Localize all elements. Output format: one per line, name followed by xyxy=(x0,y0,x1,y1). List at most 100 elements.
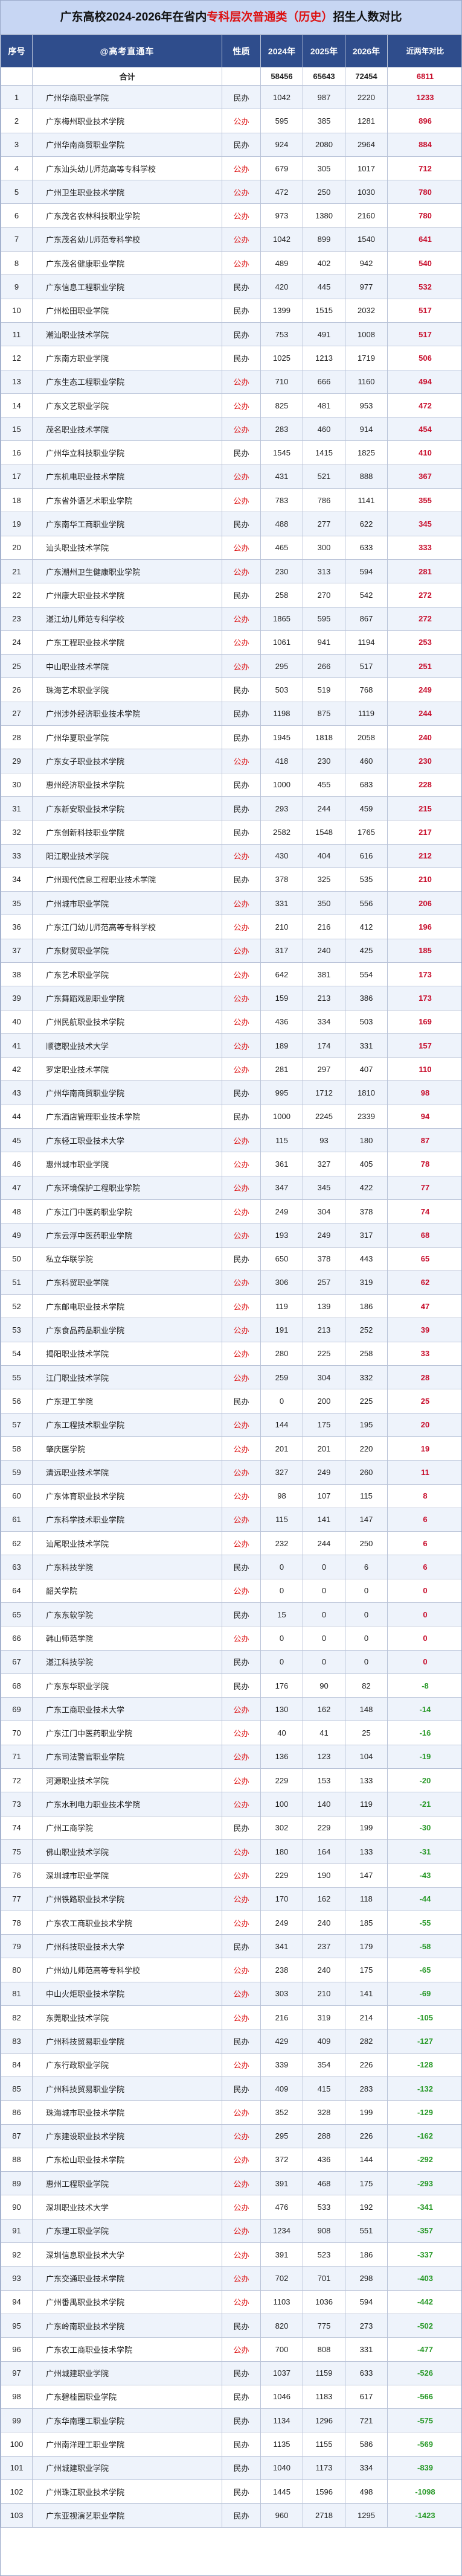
table-row: 42 罗定职业技术学院 公办 281 297 407 110 xyxy=(1,1057,461,1082)
school-name: 广东江门幼儿师范高等专科学校 xyxy=(32,915,222,939)
value-2025: 140 xyxy=(303,1792,345,1816)
school-name: 广东茂名农林科技职业学院 xyxy=(32,203,222,228)
value-2025: 2080 xyxy=(303,132,345,157)
school-type: 民办 xyxy=(222,772,261,797)
row-no: 92 xyxy=(1,2242,33,2267)
table-row: 6 广东茂名农林科技职业学院 公办 973 1380 2160 780 xyxy=(1,203,461,228)
school-type: 民办 xyxy=(222,298,261,323)
row-no: 16 xyxy=(1,440,33,465)
value-2026: 443 xyxy=(345,1246,388,1271)
value-2026: 225 xyxy=(345,1389,388,1413)
value-2025: 987 xyxy=(303,84,345,110)
table-row: 91 广东理工职业学院 公办 1234 908 551 -357 xyxy=(1,2218,461,2244)
value-2025: 313 xyxy=(303,559,345,584)
value-2025: 533 xyxy=(303,2195,345,2219)
diff-value: 517 xyxy=(387,298,461,323)
row-no: 100 xyxy=(1,2432,33,2457)
row-no: 82 xyxy=(1,2005,33,2030)
value-2026: 721 xyxy=(345,2408,388,2433)
table-row: 49 广东云浮中医药职业学院 公办 193 249 317 68 xyxy=(1,1223,461,1248)
value-2026: 175 xyxy=(345,1958,388,1982)
value-2026: 503 xyxy=(345,1009,388,1034)
row-no: 21 xyxy=(1,559,33,584)
diff-value: 780 xyxy=(387,203,461,228)
value-2025: 0 xyxy=(303,1649,345,1674)
value-2025: 941 xyxy=(303,630,345,655)
table-row: 82 东莞职业技术学院 公办 216 319 214 -105 xyxy=(1,2005,461,2030)
value-2025: 200 xyxy=(303,1389,345,1413)
value-2024: 98 xyxy=(260,1483,303,1508)
school-name: 湛江科技学院 xyxy=(32,1649,222,1674)
school-name: 广州涉外经济职业技术学院 xyxy=(32,701,222,726)
value-2025: 240 xyxy=(303,938,345,963)
value-2026: 2220 xyxy=(345,84,388,110)
header-type: 性质 xyxy=(222,34,261,68)
school-type: 公办 xyxy=(222,1033,261,1058)
value-2024: 144 xyxy=(260,1412,303,1437)
diff-value: 19 xyxy=(387,1436,461,1461)
value-2024: 280 xyxy=(260,1341,303,1366)
school-type: 公办 xyxy=(222,369,261,394)
diff-value: -357 xyxy=(387,2218,461,2244)
value-2026: 386 xyxy=(345,986,388,1010)
table-row: 84 广东行政职业学院 公办 339 354 226 -128 xyxy=(1,2052,461,2077)
value-2025: 249 xyxy=(303,1223,345,1248)
diff-value: 33 xyxy=(387,1341,461,1366)
diff-value: 74 xyxy=(387,1199,461,1224)
value-2025: 385 xyxy=(303,109,345,133)
diff-value: 532 xyxy=(387,274,461,299)
table-row: 72 河源职业技术学院 公办 229 153 133 -20 xyxy=(1,1768,461,1793)
table-row: 20 汕头职业技术学院 公办 465 300 633 333 xyxy=(1,535,461,560)
value-2025: 190 xyxy=(303,1863,345,1888)
value-2025: 808 xyxy=(303,2337,345,2362)
row-no: 88 xyxy=(1,2147,33,2172)
total-row: 合计 58456 65643 72454 6811 xyxy=(1,67,461,86)
value-2025: 213 xyxy=(303,986,345,1010)
table-row: 71 广东司法警官职业学院 公办 136 123 104 -19 xyxy=(1,1744,461,1769)
table-row: 88 广东松山职业技术学院 公办 372 436 144 -292 xyxy=(1,2147,461,2172)
diff-value: -14 xyxy=(387,1697,461,1722)
value-2026: 298 xyxy=(345,2266,388,2291)
school-type: 公办 xyxy=(222,2052,261,2077)
school-name: 广东茂名幼儿师范专科学校 xyxy=(32,227,222,252)
school-name: 广东女子职业技术学院 xyxy=(32,749,222,773)
row-no: 64 xyxy=(1,1578,33,1604)
value-2025: 491 xyxy=(303,322,345,347)
value-2024: 317 xyxy=(260,938,303,963)
row-no: 44 xyxy=(1,1104,33,1129)
value-2024: 15 xyxy=(260,1602,303,1627)
value-2026: 2032 xyxy=(345,298,388,323)
value-2025: 162 xyxy=(303,1886,345,1911)
school-type: 公办 xyxy=(222,1365,261,1390)
school-type: 公办 xyxy=(222,1626,261,1651)
school-type: 公办 xyxy=(222,1152,261,1176)
row-no: 38 xyxy=(1,962,33,987)
school-type: 民办 xyxy=(222,322,261,347)
value-2026: 2339 xyxy=(345,1104,388,1129)
school-type: 公办 xyxy=(222,1175,261,1200)
row-no: 27 xyxy=(1,701,33,726)
value-2025: 175 xyxy=(303,1412,345,1437)
diff-value: 240 xyxy=(387,725,461,750)
diff-value: 173 xyxy=(387,986,461,1010)
value-2025: 213 xyxy=(303,1318,345,1342)
value-2026: 273 xyxy=(345,2313,388,2338)
value-2026: 282 xyxy=(345,2029,388,2054)
value-2025: 701 xyxy=(303,2266,345,2291)
table-row: 40 广州民航职业技术学院 公办 436 334 503 169 xyxy=(1,1009,461,1034)
value-2024: 302 xyxy=(260,1815,303,1840)
row-no: 29 xyxy=(1,749,33,773)
school-type: 公办 xyxy=(222,227,261,252)
value-2025: 174 xyxy=(303,1033,345,1058)
table-row: 30 惠州经济职业技术学院 民办 1000 455 683 228 xyxy=(1,772,461,797)
school-name: 中山火炬职业技术学院 xyxy=(32,1981,222,2007)
school-type: 公办 xyxy=(222,1057,261,1082)
table-row: 27 广州涉外经济职业技术学院 民办 1198 875 1119 244 xyxy=(1,701,461,726)
school-type: 公办 xyxy=(222,535,261,560)
row-no: 84 xyxy=(1,2052,33,2077)
row-no: 11 xyxy=(1,322,33,347)
school-name: 广东司法警官职业学院 xyxy=(32,1744,222,1769)
value-2024: 0 xyxy=(260,1555,303,1579)
value-2026: 214 xyxy=(345,2005,388,2030)
value-2024: 130 xyxy=(260,1697,303,1722)
